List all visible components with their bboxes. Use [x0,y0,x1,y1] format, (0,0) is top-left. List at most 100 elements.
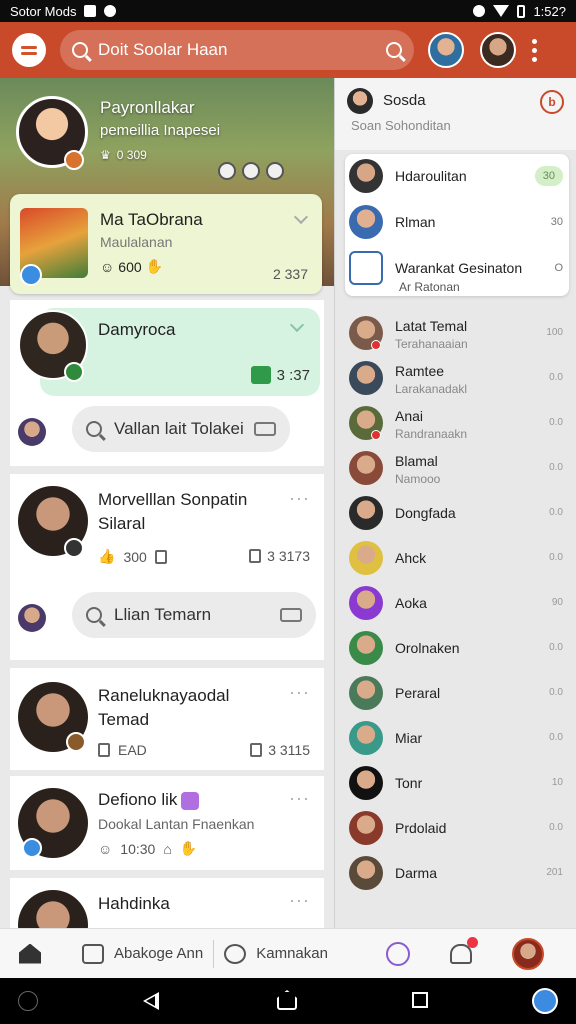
home-button-icon[interactable] [277,990,297,1010]
search-input[interactable]: Doit Soolar Haan [98,40,386,60]
profile-avatar[interactable] [480,32,516,68]
contact-item[interactable]: Darma 201 [335,850,576,895]
search-icon [86,607,102,623]
featured-reactions: ☺ 600 ✋ [100,258,163,275]
contact-item[interactable]: Blamal Namooo 0.0 [335,445,576,490]
assistant-icon[interactable] [532,988,558,1014]
chat-title: Damyroca [98,320,176,339]
contact-avatar [349,451,383,485]
comment-input[interactable]: Vallan lait Tolakei [72,406,290,452]
featured-subtitle: Maulalanan [100,234,173,250]
pinned-chat-item[interactable]: Hdaroulitan 30 [349,156,563,196]
comment-avatar[interactable] [18,604,46,632]
brand-icon[interactable]: b [540,90,564,114]
contact-time: 0.0 [549,822,563,833]
more-options-icon[interactable]: ··· [289,488,310,509]
profile-badge-icon [64,150,84,170]
contact-item[interactable]: Tonr 10 [335,760,576,805]
contact-time: 0.0 [549,687,563,698]
search-bar[interactable]: Doit Soolar Haan [60,30,414,70]
search-icon [86,421,102,437]
contact-time: 0.0 [549,642,563,653]
contact-subtitle: Larakanadakl [395,382,468,396]
search-submit-icon[interactable] [386,42,402,58]
post-title: Morvelllan Sonpatin Silaral [98,488,247,536]
nav-explore[interactable] [385,941,410,966]
menu-button[interactable] [12,33,46,67]
contact-avatar [349,811,383,845]
chevron-down-icon[interactable] [293,209,309,225]
status-dot [371,340,381,350]
nav-home[interactable] [0,943,60,964]
message-icon [250,366,271,384]
nav-tab-2-label: Kamnakan [256,945,328,962]
featured-card[interactable]: Ma TaObrana Maulalanan ☺ 600 ✋ 2 337 [10,194,322,294]
chat-card[interactable]: Damyroca 3 :37 Vallan lait Tolakei [10,300,324,466]
contact-item[interactable]: Ahck 0.0 [335,535,576,580]
contact-avatar [349,205,383,239]
comment-avatar[interactable] [18,418,46,446]
contacts-header-sub: Soan Sohonditan [351,118,451,133]
group-icon [349,251,383,285]
comment-input[interactable]: Llian Temarn [72,592,316,638]
post-title-line1: Morvelllan Sonpatin [98,490,248,509]
contact-time: O [554,262,563,274]
back-icon[interactable] [143,992,159,1010]
more-options-icon[interactable]: ··· [289,890,310,911]
rotate-icon[interactable] [18,991,38,1011]
post-card[interactable]: Morvelllan Sonpatin Silaral ··· 👍 300 3 … [10,474,324,660]
contacts-header-name: Sosda [383,92,426,109]
contact-item[interactable]: Peraral 0.0 [335,670,576,715]
featured-meta: 600 [118,258,142,275]
reaction-icon[interactable] [218,162,236,180]
image-icon [98,743,110,757]
post-card[interactable]: Hahdinka ··· [10,878,324,928]
tag-icon [181,791,200,810]
hero-icon-row [218,162,284,180]
contacts-header: Sosda Soan Sohonditan b [335,78,576,150]
smile-icon: ☺ [98,840,113,857]
contact-subtitle: Namooo [395,472,441,486]
trophy-badge-icon[interactable] [266,162,284,180]
nav-profile[interactable] [511,937,544,970]
post-title-line2: Dookal Lantan Fnaenkan [98,816,255,832]
contact-name: Ramtee [395,363,445,379]
nav-divider [213,939,215,968]
contact-item[interactable]: Miar 0.0 [335,715,576,760]
recent-apps-icon[interactable] [412,992,428,1008]
more-options-icon[interactable] [532,38,537,62]
post-title-line1: Raneluknayaodal [98,686,230,705]
contact-item[interactable]: Orolnaken 0.0 [335,625,576,670]
contact-time: 100 [546,327,563,338]
contact-subtitle: Randranaakn [395,427,468,441]
battery-icon [517,4,526,18]
verified-icon [20,264,42,286]
profile-stats-value: 0 309 [116,148,147,162]
contact-item[interactable]: Latat Temal Terahanaaian 100 [335,310,576,355]
post-avatar[interactable] [18,890,88,928]
contact-item[interactable]: Anai Randranaakn 0.0 [335,400,576,445]
contacts-header-avatar[interactable] [347,88,373,114]
contact-item[interactable]: Prdolaid 0.0 [335,805,576,850]
post-card[interactable]: Defiono lik Dookal Lantan Fnaenkan ··· ☺… [10,776,324,870]
contact-item[interactable]: Dongfada 0.0 [335,490,576,535]
nav-notifications[interactable] [449,936,478,964]
nav-tab-2[interactable]: Kamnakan [224,943,328,964]
profile-stats: ♛ 0 309 [100,148,147,162]
contact-item[interactable]: Aoka 90 [335,580,576,625]
more-options-icon[interactable]: ··· [289,788,310,809]
keyboard-icon[interactable] [254,422,276,436]
nav-tab-1[interactable]: Abakoge Ann [82,943,203,964]
keyboard-icon[interactable] [280,608,302,622]
signal-icon [493,5,510,17]
chat-icon [224,943,247,964]
post-card[interactable]: Raneluknayaodal Temad ··· EAD 3 3115 [10,668,324,770]
pinned-chat-item[interactable]: Rlman 30 [349,202,563,242]
post-meta-value: EAD [118,742,147,758]
bookmark-icon [250,743,263,757]
account-avatar[interactable] [428,32,464,68]
more-options-icon[interactable]: ··· [289,682,310,703]
contact-item[interactable]: Ramtee Larakanadakl 0.0 [335,355,576,400]
like-icon[interactable]: 👍 [98,548,115,565]
target-icon[interactable] [242,162,260,180]
